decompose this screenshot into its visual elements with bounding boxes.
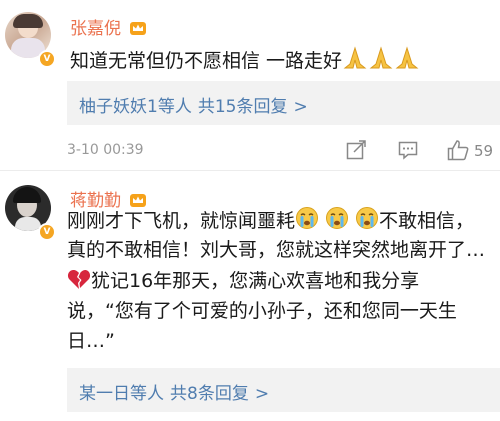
verified-badge-icon: V: [38, 223, 56, 241]
comment-line-5: 日…”: [67, 327, 115, 355]
comment-text: 知道无常但仍不愿相信 一路走好: [70, 46, 420, 75]
comment-text-content: 犹记16年那天，您满心欢喜地和我分享: [91, 270, 420, 292]
chevron-right-icon: >: [293, 97, 308, 117]
comment-text-content: 日…”: [67, 330, 115, 352]
reply-link[interactable]: 柚子妖妖1等人 共15条回复 >: [79, 92, 314, 117]
comment-text-content: 知道无常但仍不愿相信 一路走好: [70, 50, 343, 72]
chevron-right-icon: >: [254, 384, 270, 404]
comment-line-4: 说，“您有了个可爱的小孙子，还和您同一天生: [67, 297, 457, 325]
crown-icon: [130, 22, 147, 35]
verified-badge-icon: V: [38, 50, 56, 68]
comment-line-2: 真的不敢相信！刘大哥，您就这样突然地离开了…: [67, 236, 485, 264]
crying-face-emoji: [296, 207, 379, 229]
comment-icon[interactable]: [398, 140, 418, 160]
comment-line-1: 刚刚才下飞机，就惊闻噩耗 不敢相信，: [67, 206, 474, 235]
comment-2: V 蒋勤勤 刚刚才下飞机，就惊闻噩耗 不敢相信， 真的不敢相信！刘大哥，您就这样…: [0, 171, 500, 421]
reply-link[interactable]: 某一日等人 共8条回复 >: [79, 379, 275, 404]
timestamp: 3-10 00:39: [67, 142, 144, 158]
comment-text-content: 说，“您有了个可爱的小孙子，还和您同一天生: [67, 300, 457, 322]
broken-heart-emoji: [67, 269, 91, 289]
username-text[interactable]: 张嘉倪: [70, 19, 121, 39]
reply-users[interactable]: 某一日等人: [79, 384, 164, 404]
username[interactable]: 张嘉倪: [70, 14, 147, 39]
like-count: 59: [474, 142, 494, 160]
praying-hands-emoji: [343, 46, 419, 69]
reply-count[interactable]: 共8条回复: [170, 384, 249, 404]
reply-count[interactable]: 共15条回复: [198, 97, 288, 117]
comment-text-content: 真的不敢相信！刘大哥，您就这样突然地离开了…: [67, 239, 486, 261]
reply-users[interactable]: 柚子妖妖1等人: [79, 97, 192, 117]
like-icon[interactable]: [447, 139, 469, 161]
comment-1: V 张嘉倪 知道无常但仍不愿相信 一路走好 柚子妖妖1等人 共15条回复 > 3-1…: [0, 0, 500, 170]
share-icon[interactable]: [346, 140, 368, 160]
comment-text-content: 刚刚才下飞机，就惊闻噩耗: [67, 210, 296, 232]
reply-summary[interactable]: 某一日等人 共8条回复 >: [67, 368, 500, 412]
reply-summary[interactable]: 柚子妖妖1等人 共15条回复 >: [67, 81, 500, 125]
comment-text-content: 不敢相信，: [379, 210, 475, 232]
comment-line-3: 犹记16年那天，您满心欢喜地和我分享: [67, 267, 419, 295]
